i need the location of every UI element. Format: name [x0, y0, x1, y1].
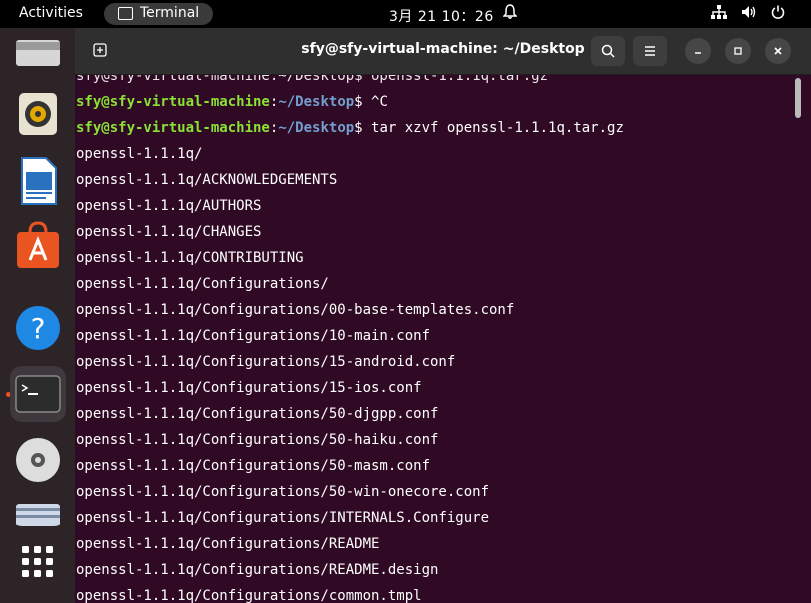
terminal-output-line: openssl-1.1.1q/Configurations/50-win-one…	[76, 484, 490, 500]
app-menu-button[interactable]: Terminal	[104, 3, 213, 25]
alarm-bell-icon[interactable]	[502, 4, 518, 24]
top-bar: Activities Terminal 3月 21 10：26	[0, 0, 811, 28]
terminal-prompt-line: sfy@sfy-virtual-machine:~/Desktop$ ^C	[76, 94, 388, 110]
writer-icon[interactable]	[10, 152, 66, 208]
terminal-output-line: openssl-1.1.1q/Configurations/50-haiku.c…	[76, 432, 439, 448]
terminal-output-line: openssl-1.1.1q/Configurations/15-ios.con…	[76, 380, 422, 396]
prompt-path: ~/Desktop	[278, 120, 355, 136]
terminal-output-line: openssl-1.1.1q/Configurations/common.tmp…	[76, 588, 422, 603]
activities-button[interactable]: Activities	[19, 5, 83, 21]
terminal-output-line: openssl-1.1.1q/	[76, 146, 203, 162]
apps-grid-icon[interactable]	[10, 535, 66, 591]
maximize-button[interactable]	[725, 38, 751, 64]
power-icon[interactable]	[771, 5, 785, 23]
volume-icon[interactable]	[741, 6, 761, 23]
terminal-output-line: openssl-1.1.1q/Configurations/10-main.co…	[76, 328, 431, 344]
help-icon[interactable]: ?	[10, 300, 66, 356]
terminal-output-line: openssl-1.1.1q/Configurations/50-masm.co…	[76, 458, 431, 474]
terminal-output-line: openssl-1.1.1q/Configurations/README	[76, 536, 380, 552]
header-bar: sfy@sfy-virtual-machine: ~/Desktop	[75, 28, 811, 75]
terminal-output-line: openssl-1.1.1q/Configurations/README.des…	[76, 562, 439, 578]
terminal-app-icon	[118, 7, 133, 20]
terminal-output-line: openssl-1.1.1q/Configurations/50-djgpp.c…	[76, 406, 439, 422]
prompt-command: tar xzvf openssl-1.1.1q.tar.gz	[362, 120, 624, 136]
terminal-icon[interactable]	[10, 366, 66, 422]
files-icon[interactable]	[10, 28, 66, 84]
prompt-user: sfy@sfy-virtual-machine	[76, 94, 270, 110]
dock: ?	[0, 28, 75, 603]
system-tray[interactable]	[701, 5, 785, 23]
terminal-window: sfy@sfy-virtual-machine: ~/Desktop sfy@s…	[75, 28, 811, 603]
terminal-output-line: openssl-1.1.1q/CHANGES	[76, 224, 262, 240]
terminal-output-line: openssl-1.1.1q/ACKNOWLEDGEMENTS	[76, 172, 338, 188]
minimize-button[interactable]	[685, 38, 711, 64]
terminal-partial-line: sfy@sfy-virtual-machine:~/Desktop$ opens…	[76, 75, 549, 84]
network-icon[interactable]	[710, 5, 731, 23]
scrollbar-thumb[interactable]	[795, 78, 801, 118]
rhythmbox-icon[interactable]	[10, 84, 66, 140]
search-button[interactable]	[591, 36, 625, 66]
terminal-output-line: openssl-1.1.1q/Configurations/15-android…	[76, 354, 456, 370]
terminal-prompt-line: sfy@sfy-virtual-machine:~/Desktop$ tar x…	[76, 120, 624, 136]
clock[interactable]: 3月 21 10：26	[389, 6, 494, 26]
prompt-path: ~/Desktop	[278, 94, 355, 110]
close-button[interactable]	[765, 38, 791, 64]
terminal-output-line: openssl-1.1.1q/CONTRIBUTING	[76, 250, 304, 266]
terminal-output-line: openssl-1.1.1q/Configurations/	[76, 276, 329, 292]
svg-text:?: ?	[31, 312, 46, 345]
terminal-output-line: openssl-1.1.1q/Configurations/INTERNALS.…	[76, 510, 490, 526]
prompt-user: sfy@sfy-virtual-machine	[76, 120, 270, 136]
prompt-command: ^C	[362, 94, 388, 110]
disc-icon[interactable]	[10, 432, 66, 488]
storage-icon[interactable]	[10, 496, 66, 526]
terminal-output-line: openssl-1.1.1q/AUTHORS	[76, 198, 262, 214]
terminal-output-line: openssl-1.1.1q/Configurations/00-base-te…	[76, 302, 515, 318]
terminal-output[interactable]: sfy@sfy-virtual-machine:~/Desktop$ opens…	[75, 75, 795, 603]
software-icon[interactable]	[10, 218, 66, 274]
menu-button[interactable]	[633, 36, 667, 66]
app-menu-label: Terminal	[140, 5, 200, 21]
